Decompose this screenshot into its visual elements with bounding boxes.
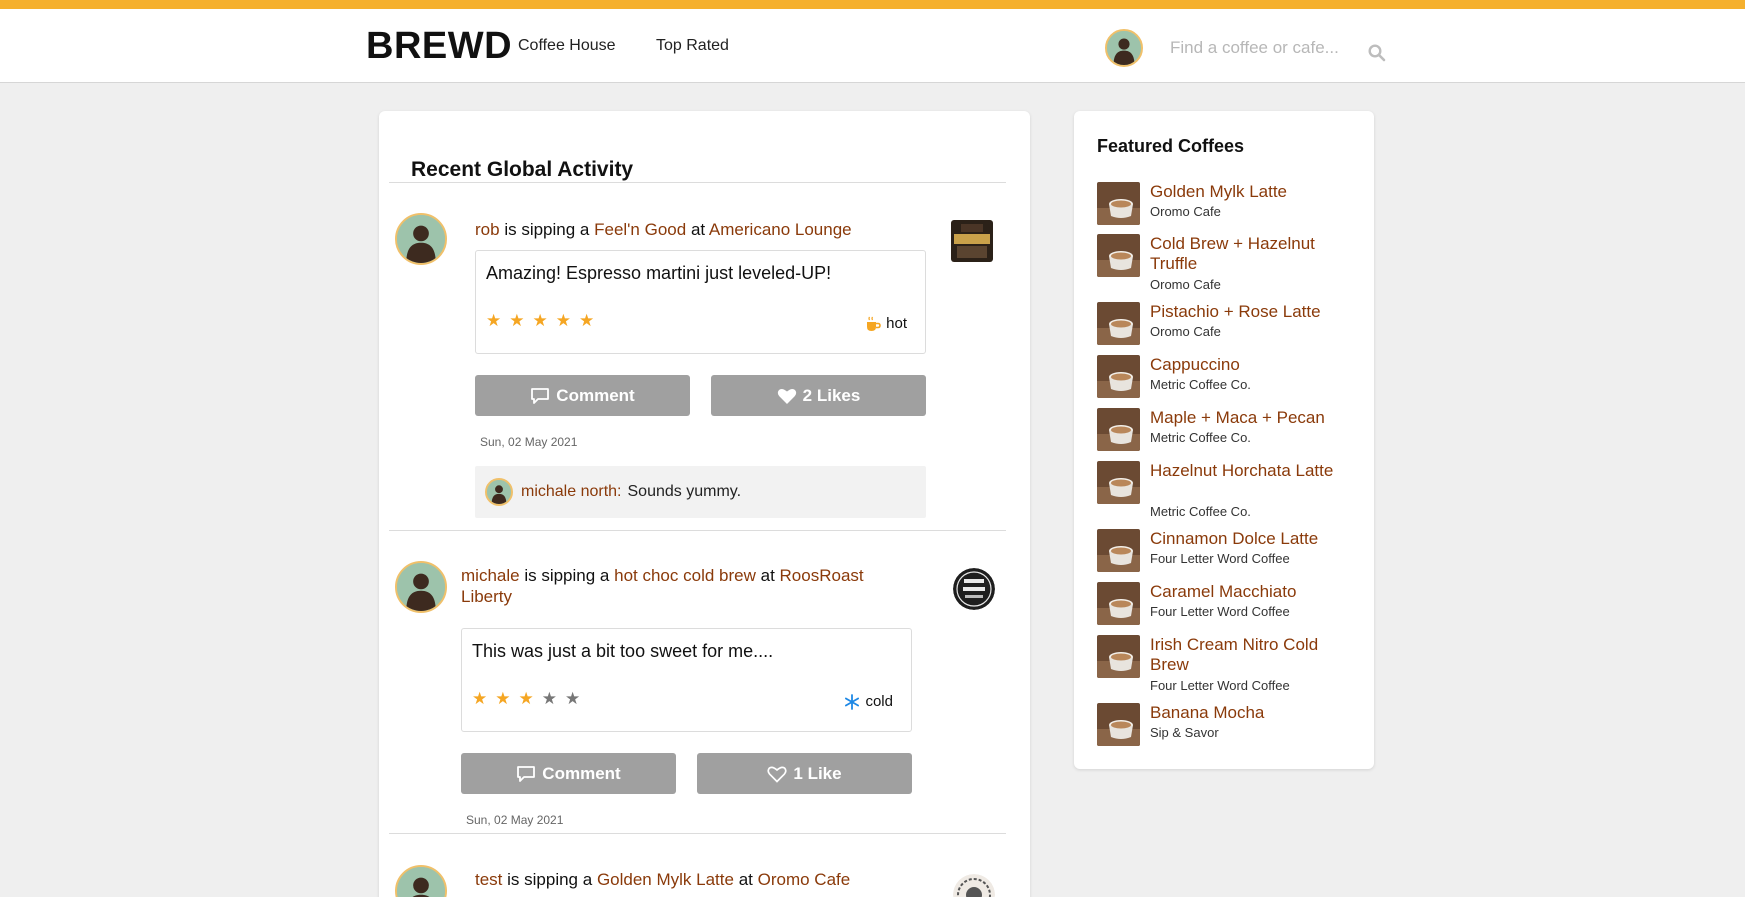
review-text: Amazing! Espresso martini just leveled-U… [486,263,832,283]
star-icon: ★ [555,311,579,330]
featured-cafe-name: Oromo Cafe [1150,324,1221,339]
activity-user-avatar[interactable] [395,213,447,265]
activity-user-link[interactable]: rob [475,220,500,239]
review-text: This was just a bit too sweet for me.... [472,641,774,661]
featured-coffee-name[interactable]: Irish Cream Nitro Cold Brew [1150,635,1350,675]
like-button[interactable]: 2 Likes [711,375,926,416]
activity-user-link[interactable]: michale [461,566,520,585]
star-icon: ★ [565,689,589,708]
featured-cafe-name: Metric Coffee Co. [1150,430,1251,445]
feed-title: Recent Global Activity [411,158,634,181]
featured-coffee-name[interactable]: Maple + Maca + Pecan [1150,408,1350,428]
activity-coffee-link[interactable]: Feel'n Good [594,220,686,239]
featured-coffee-name[interactable]: Pistachio + Rose Latte [1150,302,1350,322]
star-icon: ★ [509,311,533,330]
comment-avatar[interactable] [485,478,513,506]
heart-outline-icon [767,765,788,783]
featured-coffee-name[interactable]: Cinnamon Dolce Latte [1150,529,1350,549]
hot-cup-icon [867,316,881,331]
featured-coffee-name[interactable]: Golden Mylk Latte [1150,182,1350,202]
activity-date: Sun, 02 May 2021 [466,813,564,827]
comment-text: Sounds yummy. [627,483,742,500]
activity-cafe-link[interactable]: Oromo Cafe [758,870,851,889]
nav-top-rated[interactable]: Top Rated [656,37,729,55]
featured-cafe-name: Four Letter Word Coffee [1150,551,1290,566]
nav-coffee-house[interactable]: Coffee House [518,37,616,55]
activity-coffee-link[interactable]: Golden Mylk Latte [597,870,734,889]
star-icon: ★ [472,689,496,708]
coffee-thumbnail[interactable] [1097,461,1140,504]
comment-icon [531,387,550,404]
featured-coffees-panel: Featured Coffees Golden Mylk Latte Oromo… [1074,111,1374,769]
featured-cafe-name: Sip & Savor [1150,725,1219,740]
coffee-thumbnail[interactable] [1097,234,1140,277]
cafe-logo[interactable] [953,874,995,897]
star-icon: ★ [518,689,542,708]
comment-item: michale north: Sounds yummy. [475,466,926,518]
divider [389,833,1006,834]
featured-cafe-name: Oromo Cafe [1150,277,1221,292]
featured-coffee-name[interactable]: Hazelnut Horchata Latte [1150,461,1350,481]
temperature-label: hot [886,315,907,332]
star-icon: ★ [532,311,556,330]
search-icon[interactable] [1368,44,1386,62]
activity-date: Sun, 02 May 2021 [480,435,578,449]
featured-cafe-name: Four Letter Word Coffee [1150,678,1290,693]
comment-button[interactable]: Comment [475,375,690,416]
coffee-thumbnail[interactable] [1097,408,1140,451]
cafe-logo[interactable] [951,220,993,262]
star-rating: ★★★★★ [472,689,588,709]
temperature-label: cold [865,693,893,710]
temperature-badge: hot [865,315,907,332]
review-box: Amazing! Espresso martini just leveled-U… [475,250,926,354]
coffee-thumbnail[interactable] [1097,302,1140,345]
activity-headline: test is sipping a Golden Mylk Latte at O… [475,870,851,889]
featured-cafe-name: Metric Coffee Co. [1150,377,1251,392]
featured-cafe-name: Metric Coffee Co. [1150,504,1251,519]
user-avatar[interactable] [1105,29,1143,67]
comment-author-link[interactable]: michale north: [521,483,622,501]
featured-coffee-name[interactable]: Banana Mocha [1150,703,1350,723]
search-input[interactable] [1170,31,1390,65]
temperature-badge: cold [844,693,893,710]
activity-user-avatar[interactable] [395,865,447,897]
like-button[interactable]: 1 Like [697,753,912,794]
featured-title: Featured Coffees [1097,136,1245,156]
divider [389,182,1006,183]
activity-user-link[interactable]: test [475,870,502,889]
coffee-thumbnail[interactable] [1097,182,1140,225]
coffee-thumbnail[interactable] [1097,703,1140,746]
activity-cafe-link[interactable]: Americano Lounge [709,220,852,239]
top-header: BREWD Coffee House Top Rated [0,9,1745,83]
star-icon: ★ [579,311,603,330]
activity-feed: Recent Global Activity rob is sipping a … [379,111,1030,897]
activity-headline: rob is sipping a Feel'n Good at American… [475,220,852,239]
activity-coffee-link[interactable]: hot choc cold brew [614,566,756,585]
comment-icon [517,765,536,782]
activity-user-avatar[interactable] [395,561,447,613]
coffee-thumbnail[interactable] [1097,635,1140,678]
featured-cafe-name: Four Letter Word Coffee [1150,604,1290,619]
star-icon: ★ [486,311,510,330]
featured-coffee-name[interactable]: Cold Brew + Hazelnut Truffle [1150,234,1350,274]
coffee-thumbnail[interactable] [1097,355,1140,398]
review-box: This was just a bit too sweet for me....… [461,628,912,732]
comment-button[interactable]: Comment [461,753,676,794]
star-rating: ★★★★★ [486,311,602,331]
activity-headline: michale is sipping a hot choc cold brew … [461,566,864,606]
star-icon: ★ [541,689,565,708]
featured-cafe-name: Oromo Cafe [1150,204,1221,219]
coffee-thumbnail[interactable] [1097,582,1140,625]
star-icon: ★ [495,689,519,708]
coffee-thumbnail[interactable] [1097,529,1140,572]
featured-coffee-name[interactable]: Caramel Macchiato [1150,582,1350,602]
featured-coffee-name[interactable]: Cappuccino [1150,355,1350,375]
divider [389,530,1006,531]
cafe-logo[interactable] [953,568,995,610]
heart-icon [777,388,796,404]
accent-bar [0,0,1745,9]
logo[interactable]: BREWD [366,25,512,68]
snowflake-icon [845,693,860,710]
